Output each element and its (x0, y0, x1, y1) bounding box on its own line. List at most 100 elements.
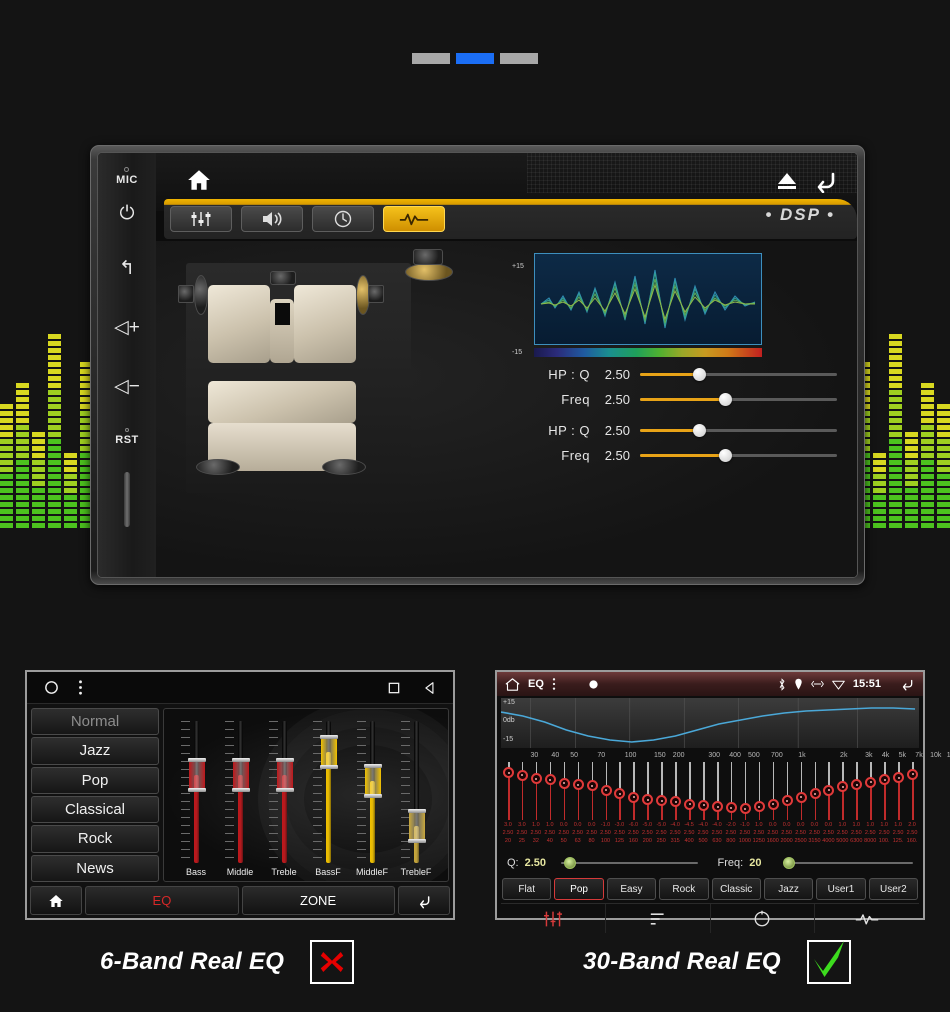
band-knob[interactable] (809, 788, 821, 800)
band-knob[interactable] (586, 780, 598, 792)
band-knob[interactable] (739, 803, 751, 815)
eq-band-slider[interactable] (558, 762, 572, 820)
eq-slider[interactable]: BassF (309, 721, 347, 877)
eq-preset-button[interactable]: User1 (816, 878, 866, 900)
overflow-menu-icon[interactable] (552, 677, 556, 691)
dsp-slider-track[interactable] (640, 368, 837, 381)
tab-delay[interactable] (312, 206, 374, 232)
eq-slider-handle[interactable] (364, 763, 382, 798)
band-knob[interactable] (642, 794, 654, 806)
eq-band-slider[interactable] (781, 762, 795, 820)
freq-slider-knob[interactable] (782, 857, 795, 869)
band-knob[interactable] (865, 776, 877, 788)
eq-slider-track[interactable] (269, 721, 299, 863)
eq-slider-handle[interactable] (408, 809, 426, 844)
eq-preset-button[interactable]: User2 (868, 878, 918, 900)
eq-band-slider[interactable] (697, 762, 711, 820)
return-arrow-icon[interactable] (813, 169, 837, 193)
eq-slider-track[interactable] (313, 721, 343, 863)
eq-slider-handle[interactable] (232, 757, 250, 792)
band-knob[interactable] (712, 801, 723, 813)
dsp-slider-knob[interactable] (693, 368, 707, 381)
eq-band-slider[interactable] (613, 762, 627, 820)
overflow-menu-icon[interactable] (78, 679, 83, 696)
eq-slider-handle[interactable] (276, 757, 294, 792)
tab-mixer[interactable] (170, 206, 232, 232)
eq-band-slider[interactable] (683, 762, 697, 820)
eq-band-slider[interactable] (878, 762, 892, 820)
tab-speaker[interactable] (241, 206, 303, 232)
eq-preset-button[interactable]: Jazz (763, 878, 814, 900)
eq-band-slider[interactable] (822, 762, 836, 820)
eq-preset-button[interactable]: Classic (711, 878, 761, 900)
eq-band-slider[interactable] (892, 762, 906, 820)
eq-preset-button[interactable]: Easy (606, 878, 657, 900)
q-slider[interactable] (561, 857, 698, 869)
band-knob[interactable] (628, 791, 640, 803)
eq-band-slider[interactable] (627, 762, 641, 820)
eq-band-slider[interactable] (711, 762, 725, 820)
eq-band-slider[interactable] (572, 762, 586, 820)
eq-band-slider[interactable] (850, 762, 864, 820)
band-knob[interactable] (851, 779, 863, 791)
bottom-button-icon[interactable] (397, 886, 450, 915)
band-knob[interactable] (600, 784, 612, 796)
band-knob[interactable] (767, 798, 779, 810)
band-knob[interactable] (656, 795, 668, 807)
eq-band-slider[interactable] (669, 762, 683, 820)
eq-slider[interactable]: Middle (221, 721, 259, 877)
band-knob[interactable] (503, 767, 514, 779)
dsp-slider-track[interactable] (640, 393, 837, 406)
band-knob[interactable] (558, 777, 570, 789)
eq-band-slider[interactable] (836, 762, 850, 820)
eq-slider[interactable]: Treble (265, 721, 303, 877)
home-icon[interactable] (184, 167, 214, 193)
volume-up-button[interactable]: ◁+ (114, 318, 140, 337)
eq-band-slider[interactable] (725, 762, 739, 820)
home-icon[interactable] (505, 677, 520, 692)
bottom-button-eq[interactable]: EQ (85, 886, 239, 915)
preset-button[interactable]: Pop (31, 766, 159, 794)
page-indicator[interactable] (0, 53, 950, 64)
reset-button[interactable]: RST (115, 428, 139, 446)
dsp-slider-track[interactable] (640, 424, 837, 437)
preset-button[interactable]: Jazz (31, 737, 159, 765)
circle-icon[interactable] (43, 679, 60, 696)
back-arrow-icon[interactable] (899, 677, 915, 691)
eq-slider-track[interactable] (225, 721, 255, 863)
band-knob[interactable] (795, 791, 807, 803)
eq-band-slider[interactable] (516, 762, 530, 820)
eq-slider-track[interactable] (401, 721, 431, 863)
back-triangle-icon[interactable] (423, 680, 437, 696)
preset-button[interactable]: Normal (31, 708, 159, 736)
band-knob[interactable] (572, 779, 584, 791)
eq-band-slider[interactable] (767, 762, 781, 820)
mic-button[interactable]: MIC (116, 167, 138, 186)
page-dot-active[interactable] (456, 53, 494, 64)
dsp-slider-row[interactable]: Freq 2.50 (506, 448, 837, 463)
band-knob[interactable] (879, 774, 891, 786)
dsp-slider-knob[interactable] (693, 424, 707, 437)
band-knob[interactable] (684, 798, 696, 810)
band-knob[interactable] (907, 768, 919, 780)
eq-preset-button[interactable]: Rock (659, 878, 709, 900)
nav-balance[interactable] (711, 904, 816, 933)
band-knob[interactable] (837, 781, 849, 793)
eq-band-slider[interactable] (586, 762, 600, 820)
tab-waveform[interactable] (383, 206, 445, 232)
eq-slider-track[interactable] (181, 721, 211, 863)
eq-band-slider[interactable] (795, 762, 809, 820)
eq-slider-track[interactable] (357, 721, 387, 863)
nav-waveform[interactable] (815, 904, 919, 933)
band-knob[interactable] (614, 788, 626, 800)
band-knob[interactable] (893, 772, 905, 784)
dsp-slider-row[interactable]: Freq 2.50 (506, 392, 837, 407)
back-button[interactable]: ↰ (119, 259, 135, 278)
eq-slider[interactable]: MiddleF (353, 721, 391, 877)
power-button[interactable]: ⏻ (119, 204, 134, 223)
eq-band-slider[interactable] (906, 762, 920, 820)
eject-icon[interactable] (775, 169, 799, 193)
band-knob[interactable] (530, 773, 542, 785)
band-knob[interactable] (516, 769, 528, 781)
eq-band-slider[interactable] (739, 762, 753, 820)
